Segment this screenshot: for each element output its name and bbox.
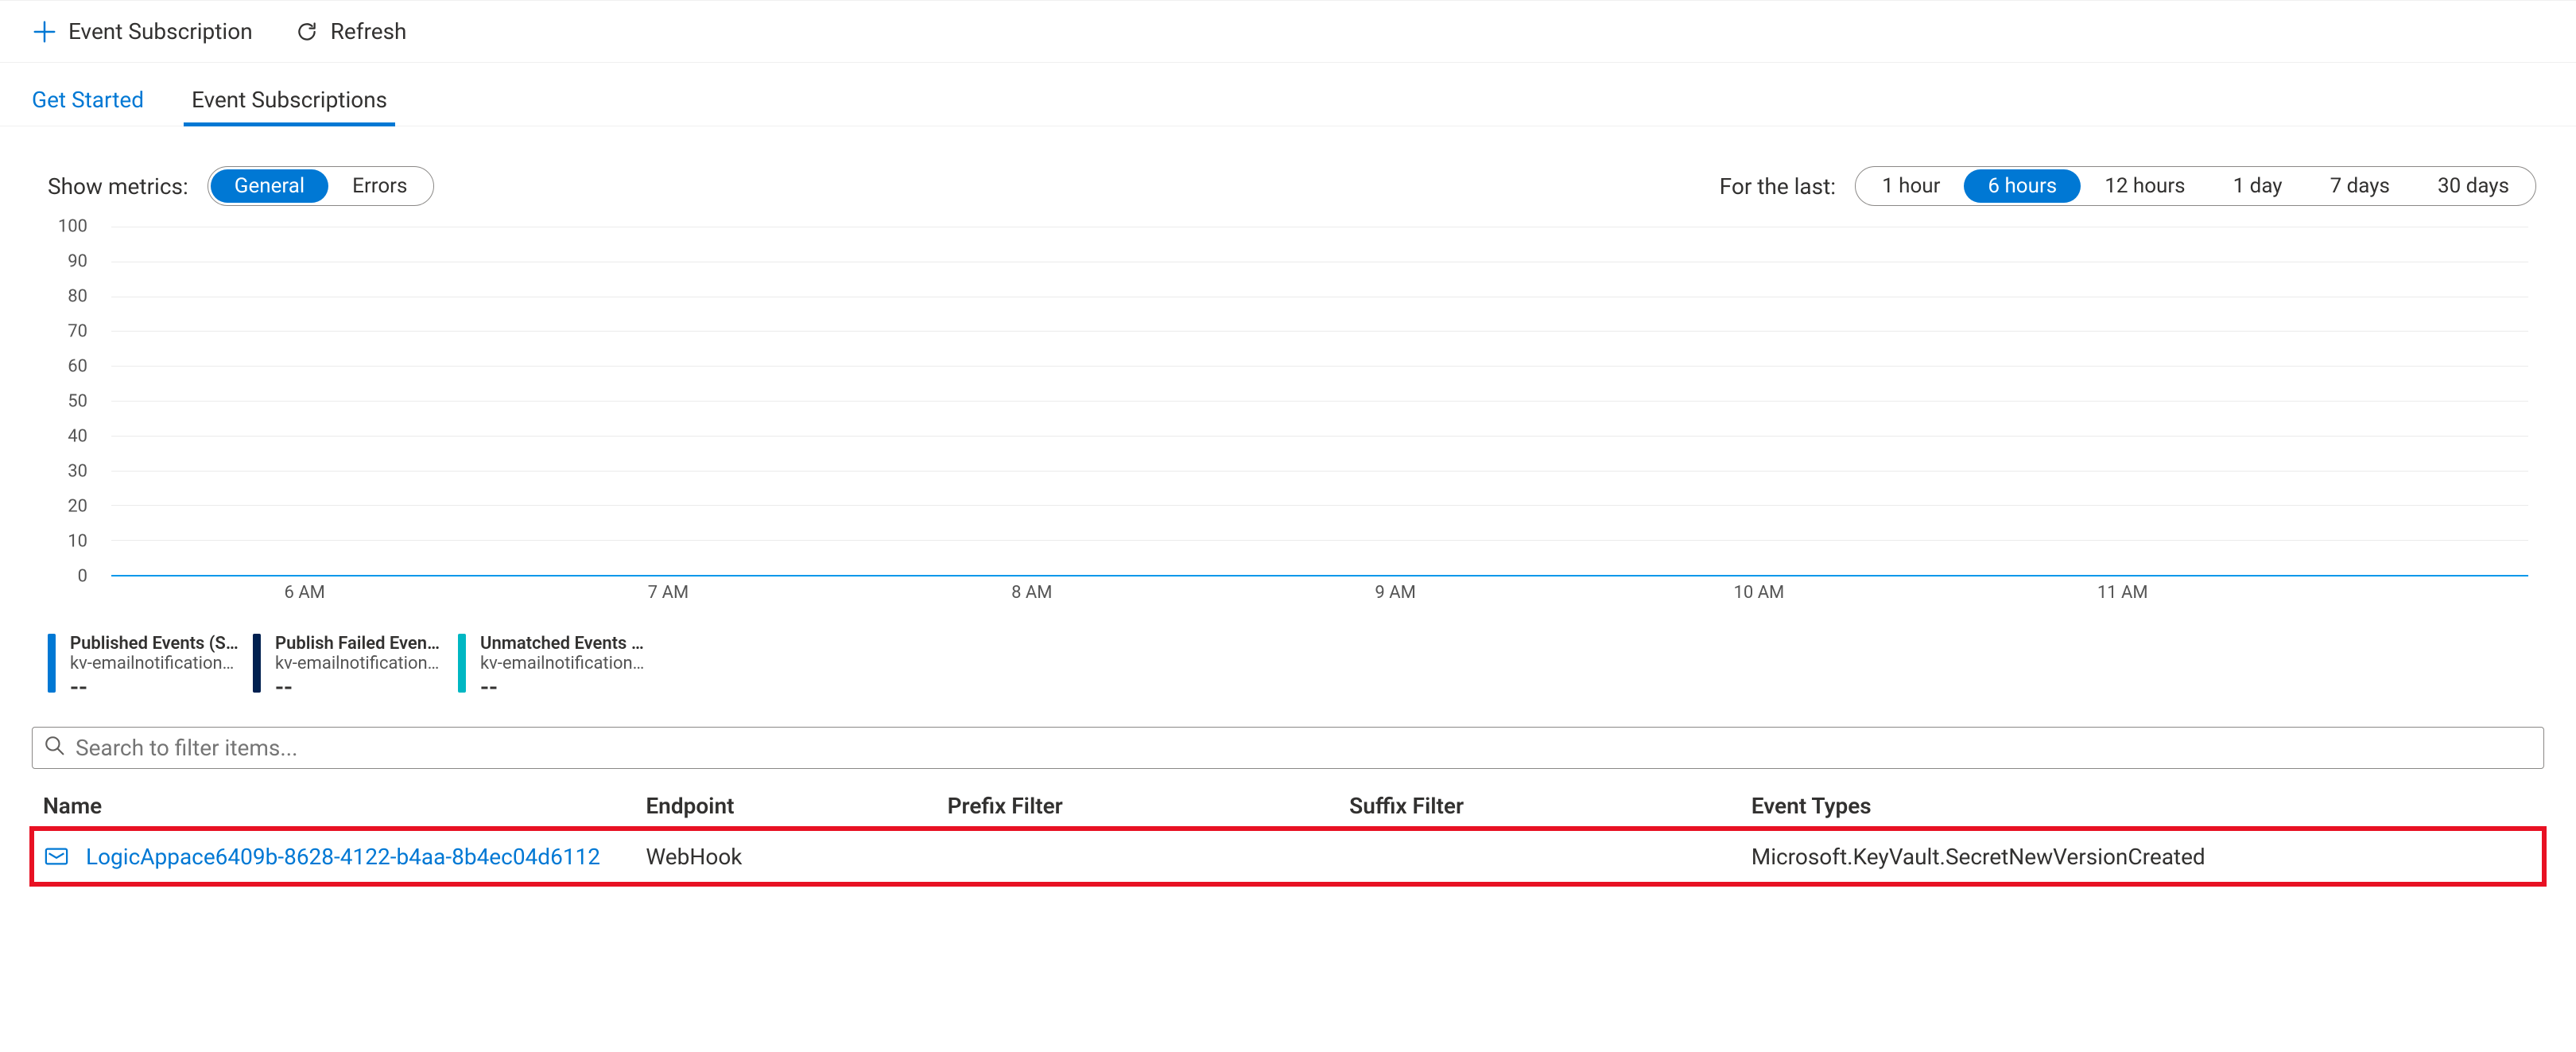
legend-series-source: kv-emailnotification… (70, 654, 239, 674)
column-endpoint[interactable]: Endpoint (634, 783, 936, 829)
range-12h[interactable]: 12 hours (2081, 169, 2209, 203)
metrics-general[interactable]: General (211, 169, 328, 203)
tab-strip: Get Started Event Subscriptions (0, 63, 2576, 126)
legend-item[interactable]: Unmatched Events (Sum)kv-emailnotificati… (458, 634, 649, 701)
search-box[interactable] (32, 727, 2544, 769)
column-prefix[interactable]: Prefix Filter (937, 783, 1339, 829)
refresh-label: Refresh (331, 18, 407, 45)
subscriptions-table: Name Endpoint Prefix Filter Suffix Filte… (32, 783, 2544, 884)
tab-get-started[interactable]: Get Started (27, 80, 149, 126)
search-input[interactable] (74, 734, 2532, 762)
metrics-chart: 0102030405060708090100 6 AM7 AM8 AM9 AM1… (0, 222, 2576, 624)
legend-series-value: -- (275, 674, 444, 701)
event-subscription-label: Event Subscription (68, 18, 253, 45)
y-tick: 80 (48, 287, 95, 307)
cell-prefix (937, 829, 1339, 884)
y-tick: 100 (48, 217, 95, 237)
gridline (111, 471, 2528, 472)
y-tick: 20 (48, 497, 95, 517)
metrics-errors[interactable]: Errors (328, 169, 431, 203)
filters-row: Show metrics: General Errors For the las… (0, 126, 2576, 222)
command-bar: Event Subscription Refresh (0, 0, 2576, 63)
gridline (111, 505, 2528, 506)
x-tick: 6 AM (284, 583, 324, 603)
event-subscription-icon (43, 843, 70, 870)
legend-series-name: Published Events (Sum) (70, 634, 239, 654)
legend-color-swatch (253, 634, 261, 693)
gridline (111, 436, 2528, 437)
legend-item[interactable]: Published Events (Sum)kv-emailnotificati… (48, 634, 239, 701)
column-suffix[interactable]: Suffix Filter (1338, 783, 1740, 829)
search-icon (44, 735, 64, 761)
gridline (111, 331, 2528, 332)
x-tick: 7 AM (648, 583, 689, 603)
y-tick: 70 (48, 322, 95, 342)
legend-item[interactable]: Publish Failed Event…kv-emailnotificatio… (253, 634, 444, 701)
range-toggle: 1 hour 6 hours 12 hours 1 day 7 days 30 … (1855, 166, 2536, 206)
y-tick: 60 (48, 357, 95, 377)
column-types[interactable]: Event Types (1740, 783, 2544, 829)
x-tick: 11 AM (2097, 583, 2148, 603)
range-30d[interactable]: 30 days (2414, 169, 2533, 203)
cell-endpoint: WebHook (634, 829, 936, 884)
legend-series-value: -- (480, 674, 649, 701)
x-tick: 9 AM (1375, 583, 1415, 603)
chart-legend: Published Events (Sum)kv-emailnotificati… (0, 624, 2576, 717)
legend-color-swatch (458, 634, 466, 693)
legend-series-value: -- (70, 674, 239, 701)
subscription-name-link[interactable]: LogicAppace6409b-8628-4122-b4aa-8b4ec04d… (86, 844, 600, 870)
legend-series-name: Publish Failed Event… (275, 634, 444, 654)
cell-types: Microsoft.KeyVault.SecretNewVersionCreat… (1740, 829, 2544, 884)
y-tick: 30 (48, 462, 95, 482)
legend-series-source: kv-emailnotification… (275, 654, 444, 674)
y-tick: 0 (48, 567, 95, 587)
cell-suffix (1338, 829, 1740, 884)
legend-series-name: Unmatched Events (Sum) (480, 634, 649, 654)
metrics-label: Show metrics: (48, 173, 188, 200)
plus-icon (32, 19, 57, 45)
refresh-icon (294, 19, 320, 45)
range-1h[interactable]: 1 hour (1858, 169, 1964, 203)
column-name[interactable]: Name (32, 783, 634, 829)
y-tick: 50 (48, 392, 95, 412)
range-label: For the last: (1720, 173, 1836, 200)
y-tick: 90 (48, 252, 95, 272)
tab-event-subscriptions[interactable]: Event Subscriptions (187, 80, 392, 126)
range-1d[interactable]: 1 day (2209, 169, 2306, 203)
x-tick: 10 AM (1734, 583, 1785, 603)
gridline (111, 540, 2528, 541)
y-tick: 10 (48, 532, 95, 552)
legend-series-source: kv-emailnotification… (480, 654, 649, 674)
legend-color-swatch (48, 634, 56, 693)
event-subscription-button[interactable]: Event Subscription (27, 15, 258, 48)
y-tick: 40 (48, 427, 95, 447)
metrics-toggle: General Errors (208, 166, 435, 206)
gridline (111, 401, 2528, 402)
table-row[interactable]: LogicAppace6409b-8628-4122-b4aa-8b4ec04d… (32, 829, 2544, 884)
range-6h[interactable]: 6 hours (1964, 169, 2081, 203)
range-7d[interactable]: 7 days (2306, 169, 2414, 203)
gridline (111, 366, 2528, 367)
x-tick: 8 AM (1011, 583, 1052, 603)
refresh-button[interactable]: Refresh (289, 15, 412, 48)
